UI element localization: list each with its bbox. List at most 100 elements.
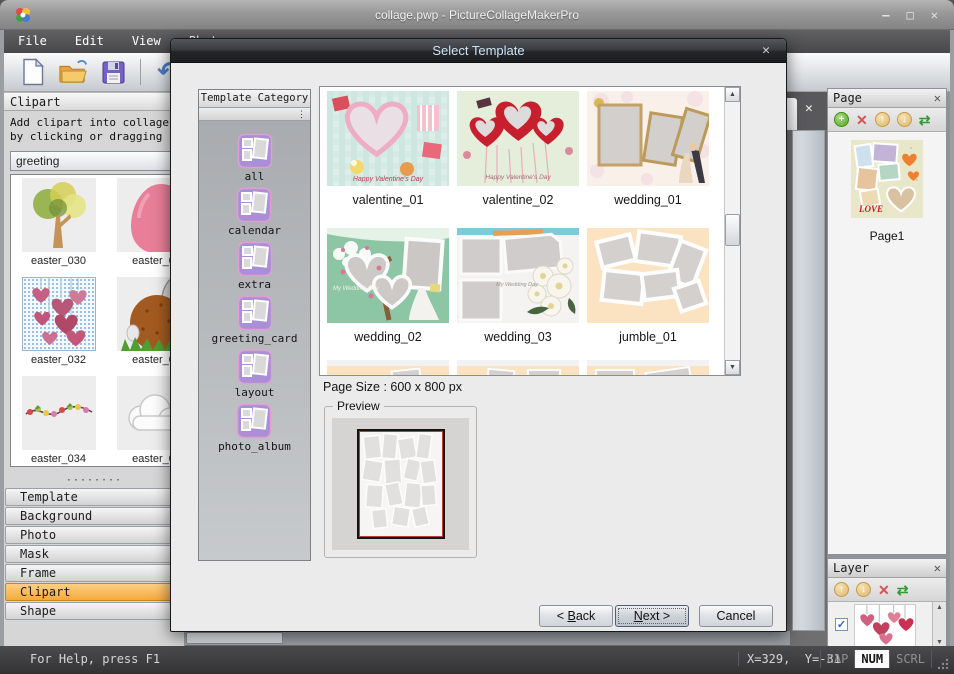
clipart-label: easter_0 [132, 453, 175, 465]
new-document-icon[interactable] [18, 57, 48, 87]
scrollbar-thumb[interactable] [725, 214, 740, 246]
tab-shape[interactable]: Shape [5, 602, 183, 620]
clipart-label: easter_032 [30, 354, 87, 366]
scroll-up-icon[interactable]: ▲ [725, 87, 740, 102]
scroll-down-icon[interactable]: ▼ [725, 360, 740, 375]
template-wedding-02[interactable]: My Wedding Day wedding_02 [327, 227, 449, 344]
splitter-grip[interactable]: ········ [4, 476, 184, 486]
resize-grip-icon[interactable] [936, 657, 949, 670]
clipart-item-selected[interactable]: easter_032 [11, 277, 106, 366]
clipart-item[interactable]: easter_0 [106, 277, 178, 366]
template-grid-scrollbar[interactable]: ▲ ▼ [724, 87, 740, 375]
hscroll-thumb[interactable] [186, 632, 283, 644]
tab-frame[interactable]: Frame [5, 564, 183, 582]
template-art [587, 90, 709, 187]
layer-panel: Layer ✕ ↑ ↓ ✕ ⇄ ✓ ▲ ▼ [827, 558, 947, 648]
preview-area [332, 418, 469, 550]
menu-edit[interactable]: Edit [61, 30, 118, 53]
preview-legend: Preview [333, 399, 384, 413]
layer-visibility-checkbox[interactable]: ✓ [835, 618, 848, 631]
document-close-icon[interactable]: ✕ [805, 101, 813, 116]
maximize-icon[interactable]: □ [907, 8, 914, 22]
layer-panel-close-icon[interactable]: ✕ [934, 559, 941, 577]
panel-splitter[interactable] [792, 130, 825, 631]
template-wedding-03[interactable]: My Wedding Day wedding_03 [457, 227, 579, 344]
page-list: LOVE Page1 [828, 132, 946, 243]
clipart-label: easter_034 [30, 453, 87, 465]
page-panel-close-icon[interactable]: ✕ [934, 89, 941, 107]
open-folder-icon[interactable] [58, 57, 88, 87]
tab-background[interactable]: Background [5, 507, 183, 525]
template-art: Happy Valentine's Day [327, 90, 449, 187]
scroll-down-icon[interactable]: ▼ [933, 639, 946, 646]
template-jumble-01[interactable]: jumble_01 [587, 227, 709, 344]
select-template-dialog: Select Template ✕ Template Category ⋮ al… [170, 38, 787, 632]
move-layer-down-icon[interactable]: ↓ [856, 582, 871, 597]
page1-thumbnail[interactable]: LOVE [851, 140, 923, 218]
clipart-item[interactable]: easter_030 [11, 178, 106, 267]
category-all[interactable]: all [237, 133, 273, 187]
toolbar-separator [140, 59, 141, 85]
refresh-layers-icon[interactable]: ⇄ [897, 583, 909, 597]
delete-layer-icon[interactable]: ✕ [878, 583, 890, 597]
layer-scrollbar[interactable]: ▲ ▼ [932, 602, 946, 648]
clipart-category-dropdown[interactable]: greeting [10, 151, 178, 171]
preview-page [356, 429, 445, 539]
category-icon [237, 133, 272, 169]
template-wedding-01[interactable]: wedding_01 [587, 90, 709, 207]
template-label: wedding_01 [614, 193, 682, 207]
menu-file[interactable]: File [4, 30, 61, 53]
next-button[interactable]: Next > [615, 605, 689, 627]
template-partial-row[interactable] [327, 360, 449, 375]
clipart-item[interactable]: easter_0 [106, 178, 178, 267]
window-frame-left [0, 30, 4, 646]
tab-photo[interactable]: Photo [5, 526, 183, 544]
category-layout[interactable]: layout [235, 349, 274, 403]
template-caption: My Wedding Day [333, 286, 380, 292]
scroll-up-icon[interactable]: ▲ [933, 604, 946, 611]
clipart-item[interactable]: easter_0 [106, 376, 178, 465]
page-panel-title: Page [833, 91, 862, 105]
close-icon[interactable]: ✕ [931, 8, 938, 22]
template-valentine-02[interactable]: Happy Valentine's Day valentine_02 [457, 90, 579, 207]
love-caption: LOVE [858, 204, 883, 214]
template-caption: Happy Valentine's Day [353, 176, 424, 183]
category-greeting-card[interactable]: greeting_card [211, 295, 298, 349]
layer-panel-title: Layer [833, 561, 870, 575]
category-calendar[interactable]: calendar [228, 187, 281, 241]
minimize-icon[interactable]: – [882, 8, 889, 22]
tab-clipart[interactable]: Clipart [5, 583, 183, 601]
page-panel: Page ✕ + ✕ ↑ ↓ ⇄ LOVE Page1 [827, 88, 947, 555]
canvas-horizontal-scrollbar[interactable] [185, 631, 790, 645]
template-label: valentine_01 [352, 193, 424, 207]
layer-row: ✓ ▲ ▼ [828, 602, 946, 648]
category-extra[interactable]: extra [237, 241, 273, 295]
tab-template[interactable]: Template [5, 488, 183, 506]
layer-thumbnail[interactable] [854, 604, 916, 647]
clipart-item[interactable]: easter_034 [11, 376, 106, 465]
back-button[interactable]: < Back [539, 605, 613, 627]
dialog-title-bar: Select Template ✕ [171, 39, 786, 63]
status-help-text: For Help, press F1 [30, 652, 161, 666]
more-options-icon[interactable]: ⋮ [297, 109, 306, 119]
template-partial-row[interactable] [587, 360, 709, 375]
dialog-buttons: < Back Next > Cancel [171, 605, 786, 629]
delete-page-icon[interactable]: ✕ [856, 113, 868, 127]
cancel-button[interactable]: Cancel [699, 605, 773, 627]
tab-mask[interactable]: Mask [5, 545, 183, 563]
move-page-down-icon[interactable]: ↓ [896, 112, 912, 127]
save-icon[interactable] [98, 57, 128, 87]
add-page-icon[interactable]: + [834, 112, 849, 127]
move-page-up-icon[interactable]: ↑ [874, 112, 890, 127]
refresh-pages-icon[interactable]: ⇄ [919, 113, 931, 127]
template-category-header: Template Category [199, 90, 310, 108]
layer-panel-toolbar: ↑ ↓ ✕ ⇄ [828, 578, 946, 602]
template-valentine-01[interactable]: Happy Valentine's Day valentine_01 [327, 90, 449, 207]
category-photo-album[interactable]: photo_album [218, 403, 291, 457]
dialog-close-icon[interactable]: ✕ [762, 39, 770, 63]
menu-view[interactable]: View [118, 30, 175, 53]
template-partial-row[interactable] [457, 360, 579, 375]
template-label: jumble_01 [619, 330, 677, 344]
category-icon [237, 295, 272, 331]
move-layer-up-icon[interactable]: ↑ [834, 582, 849, 597]
